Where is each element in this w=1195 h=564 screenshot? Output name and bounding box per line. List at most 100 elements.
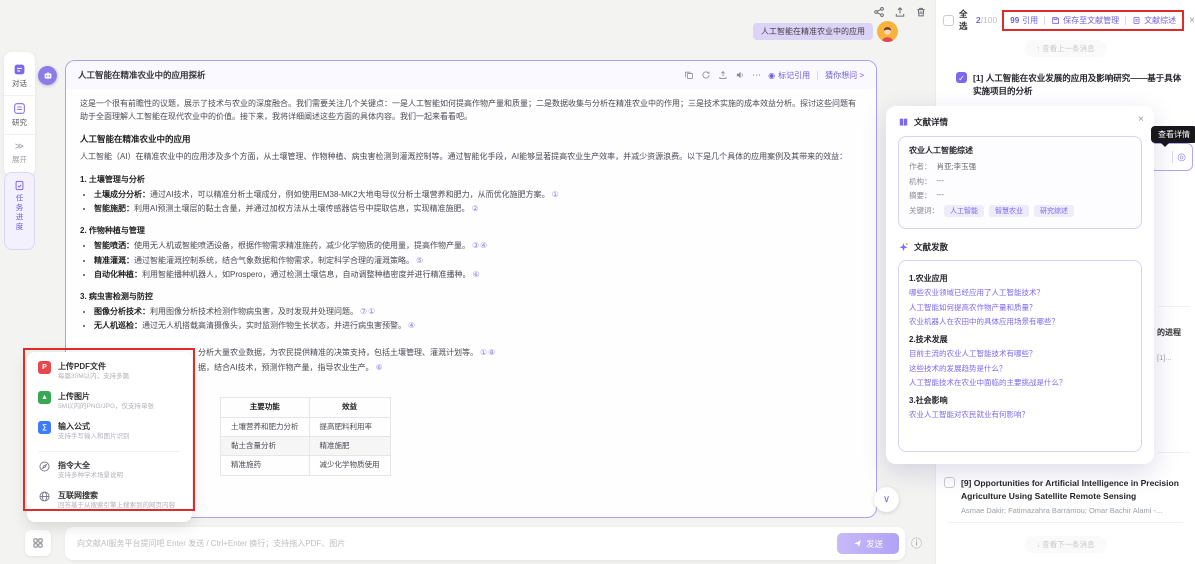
- menu-item-subtitle: 5M以内的PNG/JPG，仅支持单张: [58, 402, 154, 412]
- diverge-question[interactable]: 农业机器人在农田中的具体应用场景有哪些？: [909, 315, 1131, 330]
- close-icon[interactable]: ×: [1138, 114, 1144, 125]
- section-heading: 1. 土壤管理与分析: [80, 173, 862, 186]
- share-icon[interactable]: [873, 6, 885, 18]
- answer-paragraph: 人工智能（AI）在精准农业中的应用涉及多个方面，从土壤管理、作物种植、病虫害检测…: [80, 150, 862, 163]
- literature-item[interactable]: [9] Opportunities for Artificial Intelli…: [944, 477, 1181, 515]
- send-button[interactable]: 发送: [837, 533, 899, 554]
- research-icon: [13, 102, 26, 115]
- task-progress-panel[interactable]: 任务进度: [4, 172, 35, 250]
- export-answer-icon[interactable]: [718, 70, 728, 80]
- menu-item-command-list[interactable]: 指令大全 支持多种学术场景说明: [38, 460, 181, 481]
- literature-doc-title: 农业人工智能综述: [909, 145, 1131, 156]
- literature-review-button[interactable]: 文献综述: [1132, 15, 1176, 26]
- keyword-tag[interactable]: 人工智能: [944, 205, 984, 217]
- send-plane-icon: [853, 539, 862, 548]
- detail-popup-title: 文献详情: [914, 116, 948, 128]
- person-icon: [879, 25, 896, 42]
- sidebar-item-chat[interactable]: 对话: [4, 57, 35, 95]
- diverge-question[interactable]: 农业人工智能对农民就业有何影响？: [909, 408, 1131, 423]
- mark-citation-button[interactable]: ◉ 标记引用: [768, 70, 810, 81]
- save-icon: [1051, 16, 1060, 25]
- answer-intro: 这是一个很有前瞻性的议题，展示了技术与农业的深度融合。我们需要关注几个关键点：一…: [80, 97, 862, 123]
- diverge-question[interactable]: 这些技术的发展趋势是什么？: [909, 362, 1131, 377]
- select-all-checkbox[interactable]: [943, 15, 954, 26]
- view-details-eye-icon[interactable]: ◎: [1177, 152, 1186, 163]
- answer-toolbar: ⋯ ◉ 标记引用 猜你想问 >: [684, 70, 864, 81]
- message-composer: 发送: [65, 527, 905, 560]
- detail-author-row: 作者：肖亚;李玉强: [909, 161, 1131, 172]
- copy-icon[interactable]: [684, 70, 694, 80]
- diverge-question[interactable]: 人工智能技术在农业中面临的主要挑战是什么？: [909, 376, 1131, 391]
- bullet-item: 自动化种植：利用智能播种机器人，如Prospero，通过检测土壤信息，自动调整种…: [94, 268, 862, 281]
- citation-marker[interactable]: ②: [472, 204, 480, 213]
- close-icon[interactable]: ×: [1189, 15, 1195, 26]
- more-icon[interactable]: ⋯: [752, 70, 761, 81]
- attachment-menu: P 上传PDF文件 每篇30M以内，支持多篇 ▲ 上传图片 5M以内的PNG/J…: [27, 352, 192, 522]
- citation-marker[interactable]: ③④: [472, 241, 488, 250]
- citation-marker[interactable]: ⑥: [376, 363, 384, 372]
- table-header: 主要功能: [221, 398, 310, 417]
- menu-item-upload-pdf[interactable]: P 上传PDF文件 每篇30M以内，支持多篇: [38, 361, 181, 382]
- send-label: 发送: [866, 538, 883, 550]
- partially-covered-text: 分析大量农业数据，为农民提供精准的决策支持，包括土壤管理、灌溉计划等。①⑧ 据，…: [198, 346, 862, 375]
- keyword-tag[interactable]: 智慧农业: [989, 205, 1029, 217]
- bullet-item: 精准灌溉：通过智能灌溉控制系统，结合气象数据和作物需求，制定科学合理的灌溉策略。…: [94, 254, 862, 267]
- literature-item-title: [9] Opportunities for Artificial Intelli…: [961, 477, 1181, 503]
- app-window: 对话 研究 ≫ 展开 任务进度 人工智能在精准农业中的应用 人工智能在精准农业中…: [0, 0, 1195, 564]
- item-checkbox-checked[interactable]: ✓: [956, 72, 967, 83]
- grid-icon: [32, 537, 44, 549]
- scroll-to-bottom-button[interactable]: ∨: [874, 487, 899, 512]
- menu-item-subtitle: 每篇30M以内，支持多篇: [58, 372, 129, 382]
- compass-icon: [38, 460, 51, 481]
- text-fragment: 据，结合AI技术，预测作物产量，指导农业生产。⑥: [198, 361, 862, 375]
- diverge-question[interactable]: 哪些农业领域已经应用了人工智能技术？: [909, 286, 1131, 301]
- menu-item-input-formula[interactable]: ∑ 输入公式 支持手写输入和图片识别: [38, 421, 181, 442]
- covered-item-fragment: [1]...: [1157, 353, 1172, 362]
- voice-icon[interactable]: [735, 70, 745, 80]
- item-checkbox[interactable]: [944, 477, 955, 488]
- diverge-question[interactable]: 目前主流的农业人工智能技术有哪些？: [909, 347, 1131, 362]
- menu-item-title: 指令大全: [58, 460, 123, 471]
- toolbar-divider: [817, 71, 818, 80]
- user-avatar: [877, 21, 898, 42]
- bullet-list: 智能喷洒：使用无人机或智能喷洒设备，根据作物需求精准施药，减少化学物质的使用量，…: [80, 239, 862, 281]
- citation-marker[interactable]: ⑥: [472, 270, 480, 279]
- literature-item[interactable]: ✓ [1] 人工智能在农业发展的应用及影响研究——基于具体实施项目的分析: [956, 72, 1185, 98]
- info-icon[interactable]: ⓘ: [911, 535, 922, 551]
- trash-icon[interactable]: [915, 6, 927, 18]
- citation-marker[interactable]: ④: [408, 321, 416, 330]
- next-message-pill[interactable]: ↓ 查看下一条消息: [1024, 536, 1106, 553]
- literature-item-title: [1] 人工智能在农业发展的应用及影响研究——基于具体实施项目的分析: [973, 72, 1185, 98]
- citation-marker[interactable]: ⑦①: [360, 307, 376, 316]
- detail-popup-header: 文献详情: [898, 116, 1142, 128]
- assistant-card-header: 人工智能在精准农业中的应用探析 ⋯ ◉ 标记引用 猜你想问 >: [66, 61, 876, 89]
- cite-button[interactable]: 99 引用: [1010, 15, 1038, 26]
- benefits-table: 主要功能 效益 土壤营养和肥力分析提高肥料利用率 黏土含量分析精准施肥 精准施药…: [220, 397, 391, 476]
- menu-item-web-search[interactable]: 互联网搜索 回答基于从搜索引擎上搜索到的网页内容: [38, 490, 181, 511]
- keyword-tags: 人工智能 智慧农业 研究综述: [944, 205, 1074, 217]
- menu-item-upload-image[interactable]: ▲ 上传图片 5M以内的PNG/JPG，仅支持单张: [38, 391, 181, 412]
- keyword-tag[interactable]: 研究综述: [1034, 205, 1074, 217]
- save-to-library-button[interactable]: 保存至文献管理: [1051, 15, 1119, 26]
- diverge-question[interactable]: 人工智能如何提高农作物产量和质量？: [909, 301, 1131, 316]
- menu-item-title: 上传PDF文件: [58, 361, 129, 372]
- left-sidebar: 对话 研究 ≫ 展开: [4, 52, 35, 176]
- citation-marker[interactable]: ①⑧: [480, 348, 496, 357]
- bullet-item: 智能施肥：利用AI预测土壤层的黏土含量，并通过加权方法从土壤传感器信号中提取信息…: [94, 202, 862, 215]
- expand-icon: ≫: [15, 141, 24, 152]
- export-icon[interactable]: [894, 6, 906, 18]
- table-row: 土壤营养和肥力分析提高肥料利用率: [221, 417, 391, 436]
- message-input[interactable]: [77, 539, 837, 548]
- citation-marker[interactable]: ①: [552, 190, 560, 199]
- regenerate-icon[interactable]: [701, 70, 711, 80]
- guess-ask-button[interactable]: 猜你想问 >: [825, 70, 864, 81]
- sidebar-expand-button[interactable]: ≫ 展开: [4, 134, 35, 171]
- citation-marker[interactable]: ⑤: [416, 256, 424, 265]
- previous-message-pill[interactable]: ↑ 查看上一条消息: [1024, 40, 1106, 57]
- user-message-text: 人工智能在精准农业中的应用: [761, 26, 865, 37]
- sidebar-item-research[interactable]: 研究: [4, 95, 35, 134]
- diverge-group-heading: 1.农业应用: [909, 273, 1131, 284]
- table-row: 黏土含量分析精准施肥: [221, 436, 391, 455]
- apps-grid-button[interactable]: [25, 530, 51, 556]
- literature-detail-card: 农业人工智能综述 作者：肖亚;李玉强 机构：--- 摘要：--- 关键词： 人工…: [898, 136, 1142, 229]
